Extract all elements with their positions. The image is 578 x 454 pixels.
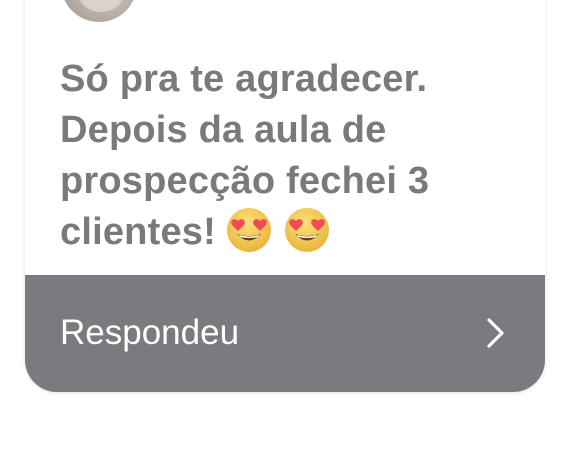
chevron-right-icon	[487, 318, 504, 348]
message-body: Só pra te agradecer. Depois da aula de p…	[60, 54, 520, 258]
reply-footer-button[interactable]: Respondeu	[25, 275, 545, 392]
message-card: Só pra te agradecer. Depois da aula de p…	[25, 0, 545, 392]
heart-eyes-emoji-icon	[226, 207, 272, 253]
reply-status-label: Respondeu	[60, 313, 240, 352]
avatar	[61, 0, 137, 22]
heart-eyes-emoji-icon	[284, 207, 330, 253]
